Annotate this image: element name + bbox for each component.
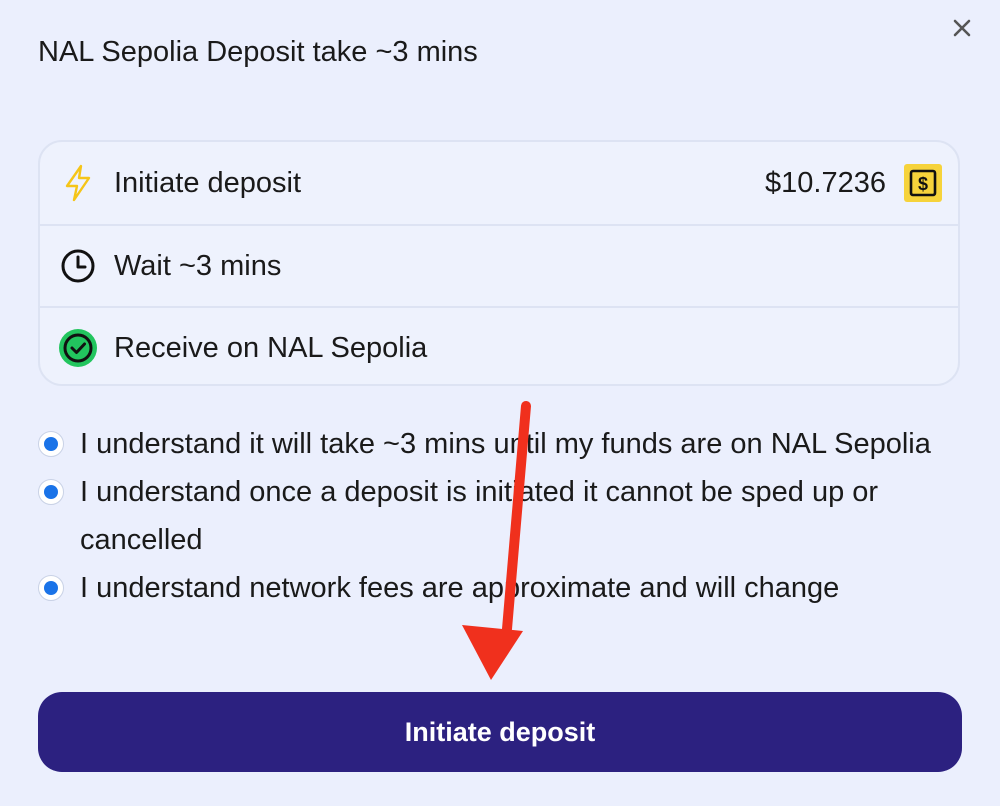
steps-card: Initiate deposit $10.7236 $ Wait ~3 mins [38,140,960,386]
dollar-token-icon: $ [904,164,942,202]
step-label: Receive on NAL Sepolia [114,332,428,364]
acknowledgement-text: I understand once a deposit is initiated… [80,476,879,556]
radio-checked[interactable] [38,479,64,505]
acknowledgement-time[interactable]: I understand it will take ~3 mins until … [38,420,968,468]
acknowledgement-irreversible[interactable]: I understand once a deposit is initiated… [38,468,968,564]
acknowledgement-list: I understand it will take ~3 mins until … [38,420,968,612]
check-circle-icon [58,328,98,368]
radio-checked[interactable] [38,575,64,601]
close-icon [953,19,971,37]
lightning-icon [58,163,98,203]
deposit-amount: $10.7236 [765,167,886,199]
svg-text:$: $ [918,174,928,194]
initiate-deposit-button[interactable]: Initiate deposit [38,692,962,772]
step-initiate-deposit: Initiate deposit $10.7236 $ [40,142,958,224]
annotation-arrow [462,401,531,680]
close-button[interactable] [948,14,976,42]
step-label: Wait ~3 mins [114,250,282,282]
deposit-dialog: NAL Sepolia Deposit take ~3 mins Initiat… [0,0,1000,806]
step-receive: Receive on NAL Sepolia [40,306,958,384]
acknowledgement-text: I understand it will take ~3 mins until … [80,428,931,460]
radio-checked[interactable] [38,431,64,457]
step-label: Initiate deposit [114,167,302,199]
step-wait: Wait ~3 mins [40,224,958,306]
acknowledgement-text: I understand network fees are approximat… [80,572,840,604]
acknowledgement-fees[interactable]: I understand network fees are approximat… [38,564,968,612]
dialog-title: NAL Sepolia Deposit take ~3 mins [38,36,478,68]
clock-icon [58,246,98,286]
